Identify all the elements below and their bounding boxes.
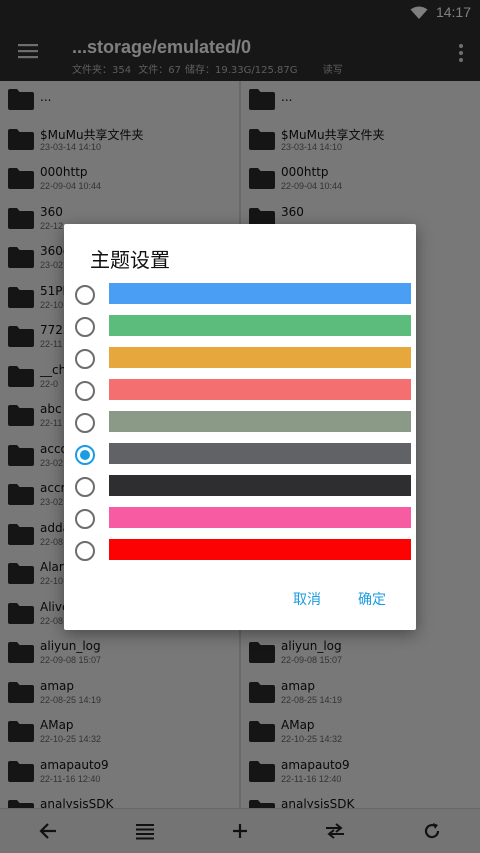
color-swatch[interactable] [109,283,411,304]
color-swatch[interactable] [109,315,411,336]
color-swatch[interactable] [109,507,411,528]
radio-unselected[interactable] [75,349,95,369]
radio-unselected[interactable] [75,413,95,433]
theme-option[interactable] [64,502,416,534]
color-swatch[interactable] [109,475,411,496]
color-swatch[interactable] [109,443,411,464]
radio-unselected[interactable] [75,541,95,561]
theme-option[interactable] [64,342,416,374]
theme-option[interactable] [64,438,416,470]
theme-option[interactable] [64,406,416,438]
theme-option[interactable] [64,374,416,406]
theme-dialog: 主题设置 取消 确定 [64,224,416,630]
ok-button[interactable]: 确定 [358,589,386,609]
color-swatch[interactable] [109,411,411,432]
color-swatch[interactable] [109,379,411,400]
theme-option[interactable] [64,278,416,310]
theme-option[interactable] [64,470,416,502]
radio-unselected[interactable] [75,477,95,497]
color-swatch[interactable] [109,539,411,560]
radio-unselected[interactable] [75,509,95,529]
radio-unselected[interactable] [75,317,95,337]
theme-option[interactable] [64,534,416,566]
radio-selected[interactable] [75,445,95,465]
cancel-button[interactable]: 取消 [293,589,321,609]
theme-option[interactable] [64,310,416,342]
dialog-title: 主题设置 [90,248,170,272]
radio-unselected[interactable] [75,381,95,401]
color-swatch[interactable] [109,347,411,368]
radio-unselected[interactable] [75,285,95,305]
